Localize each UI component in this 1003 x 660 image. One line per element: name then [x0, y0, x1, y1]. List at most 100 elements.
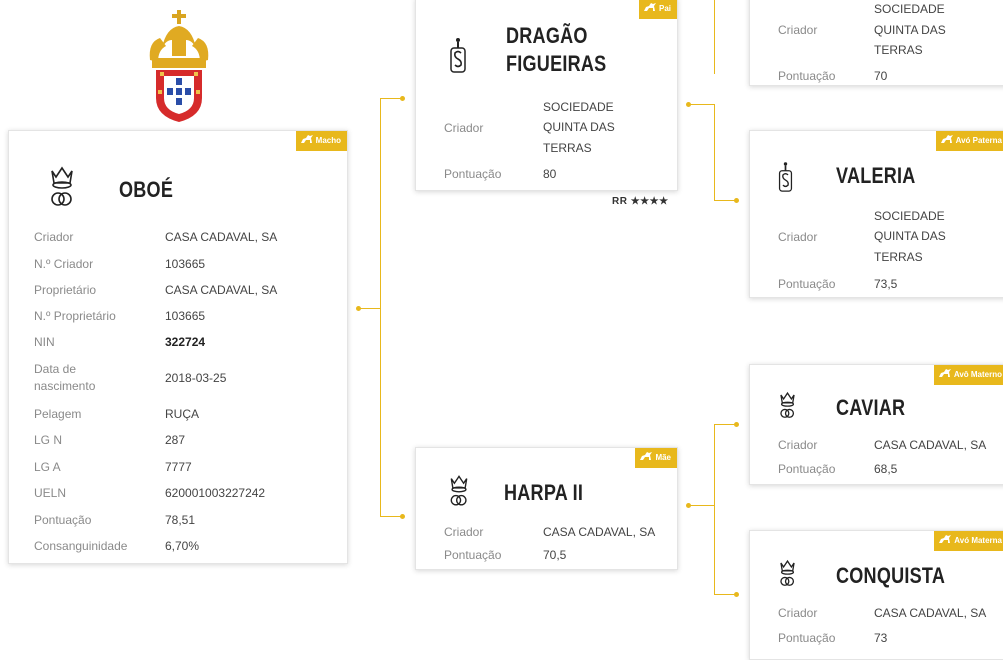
connector-line — [380, 516, 402, 517]
gender-badge: Macho — [295, 131, 347, 151]
field-value: 322724 — [165, 335, 206, 349]
connector-dot — [686, 102, 691, 107]
field-value: 73,5 — [874, 277, 898, 291]
connector-dot — [686, 503, 691, 508]
field-label: Consanguinidade — [34, 539, 128, 553]
s-brand-logo-icon — [778, 162, 793, 192]
gender-badge: Pai — [638, 0, 677, 19]
field-label: LG N — [34, 433, 63, 447]
horse-name: CAVIAR — [836, 395, 906, 420]
paternal-granddam-card[interactable]: Avó Paterna VALERIA Criador SOCIEDADE QU… — [749, 130, 1003, 298]
field-value: 80 — [543, 167, 557, 181]
connector-dot — [734, 422, 739, 427]
crown-cg-logo-icon — [780, 559, 795, 586]
field-value: TERRAS — [874, 250, 923, 264]
gender-badge: Avô Materno — [933, 365, 1003, 385]
field-value: 103665 — [165, 257, 206, 271]
field-value: 73 — [874, 631, 888, 645]
connector-dot — [734, 592, 739, 597]
sire-rating: RR ★★★★ — [612, 196, 669, 207]
field-value: SOCIEDADE — [543, 100, 614, 114]
gender-badge: Avó Paterna — [935, 131, 1003, 151]
field-label: Criador — [444, 525, 484, 539]
connector-dot — [356, 306, 361, 311]
horse-name: OBOÉ — [119, 177, 174, 202]
field-label: Pontuação — [778, 277, 836, 291]
field-value: CASA CADAVAL, SA — [543, 525, 656, 539]
gender-badge: Mãe — [635, 448, 677, 468]
horse-icon — [938, 369, 951, 377]
field-value: 2018-03-25 — [165, 371, 227, 385]
field-value: RUÇA — [165, 407, 200, 421]
field-value: 70,5 — [543, 548, 567, 562]
crown-cg-logo-icon — [51, 166, 73, 206]
field-label: N.º Criador — [34, 257, 94, 271]
field-value: SOCIEDADE — [874, 2, 945, 16]
field-value: 7777 — [165, 460, 192, 474]
field-value: CASA CADAVAL, SA — [874, 438, 987, 452]
field-label: Criador — [778, 438, 818, 452]
field-label: Pontuação — [778, 462, 836, 476]
field-label: N.º Proprietário — [34, 309, 116, 323]
field-label: NIN — [34, 335, 55, 349]
field-label: Criador — [778, 230, 818, 244]
horse-icon — [300, 135, 313, 143]
field-label: Criador — [34, 230, 74, 244]
crown-cg-logo-icon — [450, 475, 468, 506]
field-value: SOCIEDADE — [874, 209, 945, 223]
field-value: QUINTA DAS — [874, 229, 946, 243]
field-value: 68,5 — [874, 462, 898, 476]
badge-label: Mãe — [655, 453, 671, 462]
field-label: UELN — [34, 486, 67, 500]
connector-line — [688, 505, 714, 506]
connector-line — [380, 98, 381, 516]
maternal-granddam-card[interactable]: Avó Materna CONQUISTA Criador CASA CADAV… — [749, 530, 1003, 660]
badge-label: Pai — [658, 4, 671, 13]
horse-name: HARPA II — [504, 480, 584, 505]
field-value: 103665 — [165, 309, 206, 323]
horse-icon — [643, 3, 656, 11]
dam-card[interactable]: Mãe HARPA II Criador CASA CADAVAL, SA Po… — [415, 447, 678, 570]
badge-label: Avó Paterna — [955, 136, 1002, 145]
field-value: CASA CADAVAL, SA — [874, 606, 987, 620]
sire-card[interactable]: Pai DRAGÃO FIGUEIRAS Criador SOCIEDADE Q… — [415, 0, 678, 191]
maternal-grandsire-card[interactable]: Avô Materno CAVIAR Criador CASA CADAVAL,… — [749, 364, 1003, 485]
badge-label: Avó Materna — [954, 536, 1002, 545]
field-label: Data de nascimento — [34, 362, 96, 393]
horse-name: DRAGÃO — [506, 23, 588, 48]
connector-line — [688, 104, 714, 105]
paternal-grandsire-card[interactable]: Criador SOCIEDADE QUINTA DAS TERRAS Pont… — [749, 0, 1003, 86]
field-value: 6,70% — [165, 539, 200, 553]
badge-label: Avô Materno — [953, 370, 1002, 379]
connector-dot — [734, 198, 739, 203]
connector-line — [714, 200, 736, 201]
field-value: 70 — [874, 69, 888, 83]
field-label: Criador — [778, 606, 818, 620]
badge-label: Macho — [315, 136, 341, 145]
field-label: Pelagem — [34, 407, 82, 421]
field-value: TERRAS — [874, 43, 923, 57]
field-label: Criador — [778, 23, 818, 37]
field-value: QUINTA DAS — [874, 23, 946, 37]
field-label: Proprietário — [34, 283, 97, 297]
connector-line — [714, 104, 715, 200]
field-label: Pontuação — [778, 69, 836, 83]
connector-line — [714, 424, 715, 594]
field-value: 620001003227242 — [165, 486, 266, 500]
coat-of-arms-icon — [149, 10, 209, 122]
horse-icon — [640, 452, 653, 460]
horse-icon — [940, 135, 953, 143]
field-value: CASA CADAVAL, SA — [165, 230, 278, 244]
horse-name: VALERIA — [836, 163, 916, 188]
connector-line — [380, 98, 402, 99]
field-value: CASA CADAVAL, SA — [165, 283, 278, 297]
field-label: Pontuação — [444, 548, 502, 562]
field-value: QUINTA DAS — [543, 120, 615, 134]
connector-dot — [400, 514, 405, 519]
field-label: Pontuação — [778, 631, 836, 645]
field-value: 287 — [165, 433, 186, 447]
connector-line — [714, 424, 736, 425]
crown-cg-logo-icon — [780, 391, 795, 418]
main-horse-card: Macho OBOÉ Criador CASA CADAVAL, SA N.º … — [8, 130, 348, 564]
field-value: 78,51 — [165, 513, 196, 527]
